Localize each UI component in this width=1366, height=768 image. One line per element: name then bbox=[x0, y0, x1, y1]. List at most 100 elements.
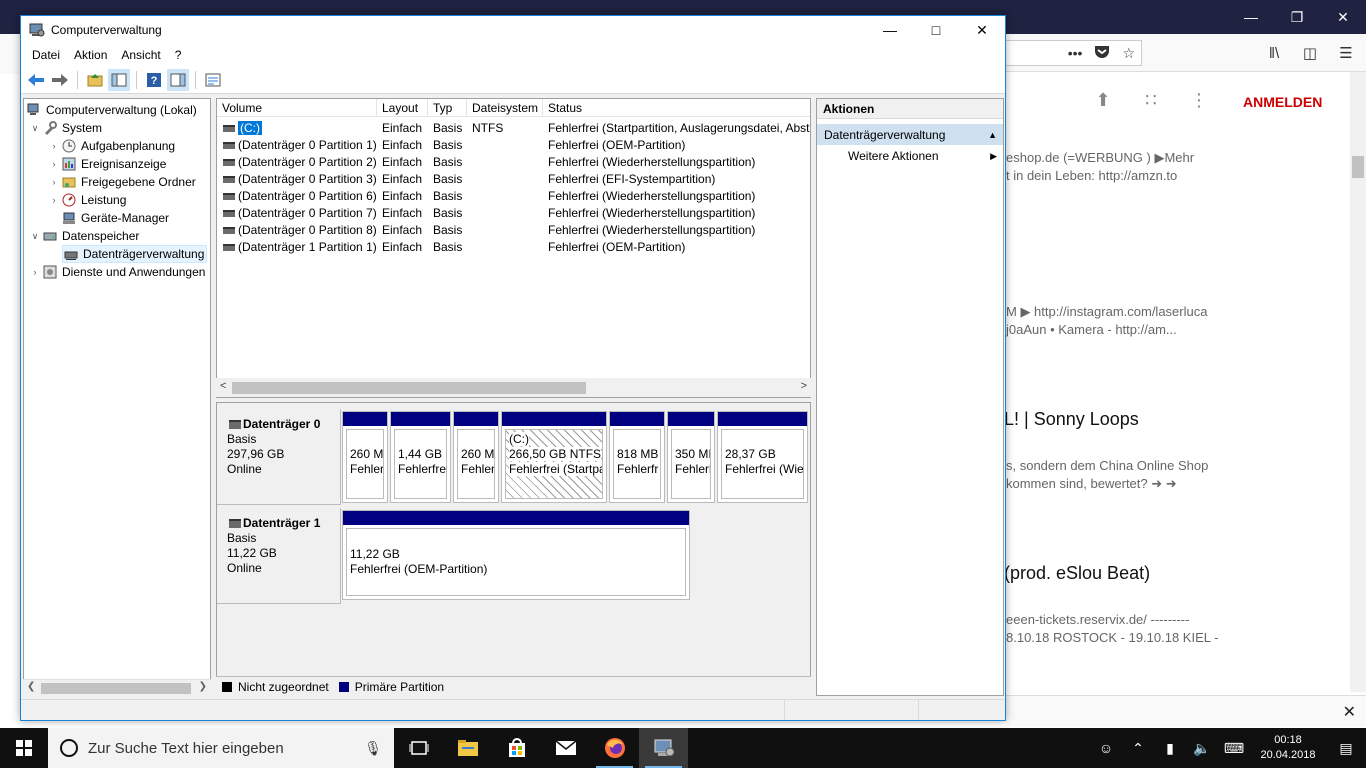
apps-grid-icon[interactable]: ∷ bbox=[1138, 90, 1164, 111]
video-title[interactable]: (prod. eSlou Beat) bbox=[1004, 563, 1150, 584]
scroll-left-icon[interactable]: < bbox=[220, 380, 226, 392]
disk-1-label[interactable]: Datenträger 1 Basis 11,22 GB Online bbox=[217, 508, 341, 604]
start-button[interactable] bbox=[0, 728, 48, 768]
chevron-down-icon[interactable]: ∨ bbox=[28, 231, 42, 242]
login-button[interactable]: ANMELDEN bbox=[1243, 94, 1322, 110]
partition-block[interactable]: 818 MB Fehlerfr bbox=[609, 411, 665, 503]
close-icon[interactable]: ✕ bbox=[1343, 702, 1356, 722]
pocket-icon[interactable] bbox=[1094, 45, 1110, 62]
collapse-up-icon[interactable]: ▲ bbox=[988, 130, 997, 140]
volume-row[interactable]: (Datenträger 0 Partition 6) Einfach Basis F… bbox=[217, 187, 810, 204]
menu-ansicht[interactable]: Ansicht bbox=[114, 48, 167, 62]
column-header-status[interactable]: Status bbox=[543, 99, 810, 117]
firefox-icon[interactable] bbox=[590, 728, 639, 768]
file-explorer-icon[interactable] bbox=[443, 728, 492, 768]
tree-item-leistung[interactable]: › Leistung bbox=[47, 191, 127, 209]
back-arrow-icon[interactable] bbox=[25, 69, 47, 91]
scroll-right-icon[interactable]: > bbox=[801, 380, 807, 392]
actions-section-datentraegerverwaltung[interactable]: Datenträgerverwaltung ▲ bbox=[817, 123, 1003, 145]
tree-item-aufgabenplanung[interactable]: › Aufgabenplanung bbox=[47, 137, 176, 155]
chevron-right-icon[interactable]: › bbox=[47, 177, 61, 187]
scroll-left-icon[interactable]: ❮ bbox=[27, 681, 35, 692]
chevron-right-icon[interactable]: › bbox=[47, 195, 61, 205]
browser-minimize-icon[interactable]: — bbox=[1228, 0, 1274, 34]
tree-item-system[interactable]: ∨ System bbox=[28, 119, 102, 137]
forward-arrow-icon[interactable] bbox=[49, 69, 71, 91]
partition-block[interactable]: 28,37 GB Fehlerfrei (Wie bbox=[717, 411, 808, 503]
show-hide-action-pane-icon[interactable] bbox=[167, 68, 189, 91]
volume-row[interactable]: (Datenträger 0 Partition 7) Einfach Basis F… bbox=[217, 204, 810, 221]
disk-0-label[interactable]: Datenträger 0 Basis 297,96 GB Online bbox=[217, 409, 341, 505]
partition-block[interactable]: 260 M Fehler bbox=[453, 411, 499, 503]
notifications-icon[interactable]: ▤ bbox=[1326, 740, 1366, 757]
browser-scrollbar[interactable] bbox=[1350, 72, 1366, 692]
keyboard-layout-icon[interactable]: ⌨ bbox=[1218, 740, 1250, 757]
column-header-dateisystem[interactable]: Dateisystem bbox=[467, 99, 543, 117]
volume-list-horizontal-scrollbar[interactable]: < > bbox=[216, 378, 811, 397]
scrollbar-thumb[interactable] bbox=[41, 683, 191, 694]
tree-item-ereignisanzeige[interactable]: › Ereignisanzeige bbox=[47, 155, 167, 173]
page-actions-icon[interactable]: ••• bbox=[1068, 45, 1083, 61]
video-title[interactable]: L! | Sonny Loops bbox=[1004, 409, 1139, 430]
menu-help[interactable]: ? bbox=[168, 48, 189, 62]
partition-block[interactable]: 260 M Fehler bbox=[342, 411, 388, 503]
partition-block-c[interactable]: (C:) 266,50 GB NTFS Fehlerfrei (Startpa bbox=[501, 411, 607, 503]
volume-row[interactable]: (Datenträger 0 Partition 3) Einfach Basis F… bbox=[217, 170, 810, 187]
chevron-up-icon[interactable]: ⌃ bbox=[1122, 740, 1154, 757]
bookmark-star-icon[interactable]: ☆ bbox=[1122, 45, 1135, 62]
tree-item-freigegebene-ordner[interactable]: › Freigegebene Ordner bbox=[47, 173, 196, 191]
chevron-right-icon[interactable]: › bbox=[47, 141, 61, 151]
mail-icon[interactable] bbox=[541, 728, 590, 768]
properties-icon[interactable] bbox=[202, 69, 224, 91]
column-header-typ[interactable]: Typ bbox=[428, 99, 467, 117]
taskbar-search-box[interactable]: Zur Suche Text hier eingeben 🎙 bbox=[48, 728, 394, 768]
browser-url-bar[interactable]: ••• ☆ bbox=[1006, 40, 1142, 66]
weitere-aktionen-item[interactable]: Weitere Aktionen ▶ bbox=[817, 145, 1003, 167]
chevron-right-icon[interactable]: › bbox=[28, 267, 42, 277]
tree-item-geraete-manager[interactable]: Geräte-Manager bbox=[61, 209, 169, 227]
chevron-right-icon[interactable]: › bbox=[47, 159, 61, 169]
maximize-icon[interactable]: □ bbox=[913, 16, 959, 44]
scrollbar-thumb[interactable] bbox=[232, 382, 586, 394]
partition-block[interactable]: 1,44 GB Fehlerfre bbox=[390, 411, 451, 503]
clock[interactable]: 00:18 20.04.2018 bbox=[1250, 733, 1326, 763]
tree-item-datenspeicher[interactable]: ∨ Datenspeicher bbox=[28, 227, 140, 245]
menu-aktion[interactable]: Aktion bbox=[67, 48, 114, 62]
library-icon[interactable]: ‖\ bbox=[1262, 40, 1286, 66]
column-header-layout[interactable]: Layout bbox=[377, 99, 428, 117]
tree-item-dienste[interactable]: › Dienste und Anwendungen bbox=[28, 263, 206, 281]
show-hide-tree-icon[interactable] bbox=[108, 68, 130, 91]
up-folder-icon[interactable] bbox=[84, 69, 106, 91]
scroll-right-icon[interactable]: ❯ bbox=[199, 681, 207, 692]
people-icon[interactable]: ☺ bbox=[1090, 740, 1122, 756]
partition-block[interactable]: 11,22 GB Fehlerfrei (OEM-Partition) bbox=[342, 510, 690, 600]
minimize-icon[interactable]: — bbox=[867, 16, 913, 44]
volume-row[interactable]: (Datenträger 1 Partition 1) Einfach Basis F… bbox=[217, 238, 810, 255]
more-vert-icon[interactable]: ⋮ bbox=[1186, 90, 1212, 111]
volume-row[interactable]: (Datenträger 0 Partition 2) Einfach Basis F… bbox=[217, 153, 810, 170]
chevron-down-icon[interactable]: ∨ bbox=[28, 123, 42, 134]
tree-item-root[interactable]: Computerverwaltung (Lokal) bbox=[26, 101, 197, 119]
menu-icon[interactable]: ☰ bbox=[1334, 40, 1358, 66]
browser-restore-icon[interactable]: ❐ bbox=[1274, 0, 1320, 34]
sidebar-icon[interactable]: ◫ bbox=[1298, 40, 1322, 66]
tree-item-datentraegerverwaltung[interactable]: Datenträgerverwaltung bbox=[62, 245, 208, 263]
close-icon[interactable]: ✕ bbox=[959, 16, 1005, 44]
volume-row[interactable]: (Datenträger 0 Partition 1) Einfach Basis F… bbox=[217, 136, 810, 153]
browser-close-icon[interactable]: ✕ bbox=[1320, 0, 1366, 34]
microphone-icon[interactable]: 🎙 bbox=[364, 740, 382, 757]
battery-icon[interactable]: ▮ bbox=[1154, 740, 1186, 757]
volume-icon[interactable]: 🔈 bbox=[1186, 740, 1218, 757]
computer-management-taskbar-icon[interactable] bbox=[639, 728, 688, 768]
partition-block[interactable]: 350 MI Fehlerl bbox=[667, 411, 715, 503]
menu-datei[interactable]: Datei bbox=[25, 48, 67, 62]
column-header-volume[interactable]: Volume bbox=[217, 99, 377, 117]
partition-size: 350 MI bbox=[675, 447, 711, 461]
store-icon[interactable] bbox=[492, 728, 541, 768]
volume-row[interactable]: (Datenträger 0 Partition 8) Einfach Basis F… bbox=[217, 221, 810, 238]
help-icon[interactable]: ? bbox=[143, 69, 165, 91]
tree-horizontal-scrollbar[interactable]: ❮ ❯ bbox=[23, 679, 211, 696]
upload-icon[interactable]: ⬆ bbox=[1090, 90, 1116, 111]
volume-row[interactable]: (C:) Einfach Basis NTFS Fehlerfrei (Startpar… bbox=[217, 119, 810, 136]
task-view-icon[interactable] bbox=[394, 728, 443, 768]
